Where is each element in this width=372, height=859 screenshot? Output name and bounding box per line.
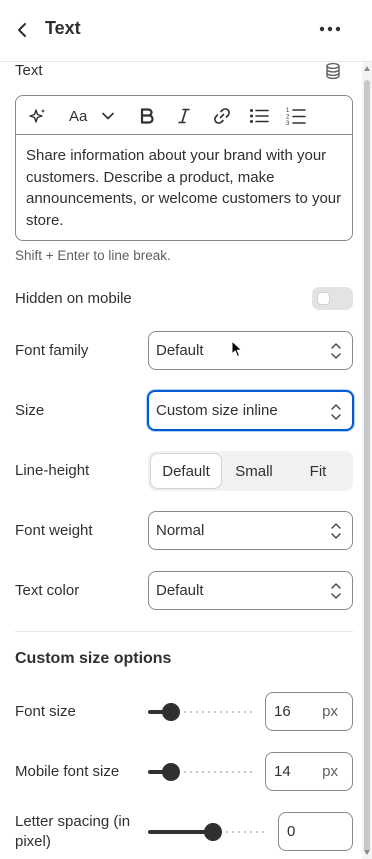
font-size-unit: px: [322, 703, 338, 720]
select-chevron-icon: [331, 523, 341, 539]
bullet-list-button[interactable]: [246, 104, 272, 128]
line-height-segmented-control: Default Small Fit: [148, 451, 353, 491]
text-color-select[interactable]: Default: [148, 571, 353, 610]
font-family-select[interactable]: Default: [148, 331, 353, 370]
font-weight-select[interactable]: Normal: [148, 511, 353, 550]
scrollbar[interactable]: [362, 62, 372, 859]
custom-size-section-title: Custom size options: [15, 650, 172, 667]
italic-icon: [178, 108, 190, 124]
page-title: Text: [45, 18, 81, 38]
size-label: Size: [15, 402, 45, 419]
svg-text:2: 2: [286, 115, 290, 121]
line-height-label: Line-height: [15, 462, 90, 479]
mobile-font-size-value: 14: [274, 763, 291, 780]
top-bar: Text: [0, 0, 372, 62]
font-weight-value: Normal: [156, 522, 205, 539]
svg-text:1: 1: [286, 108, 290, 114]
letter-spacing-value: 0: [287, 823, 296, 840]
italic-button[interactable]: [171, 104, 197, 128]
font-size-value: 16: [274, 703, 291, 720]
bullet-list-icon: [250, 109, 269, 123]
toggle-knob: [317, 292, 330, 305]
hidden-on-mobile-toggle[interactable]: [312, 287, 353, 310]
section-divider: [15, 631, 353, 632]
font-size-label: Font size: [15, 703, 76, 720]
mobile-font-size-unit: px: [322, 763, 338, 780]
scrollbar-thumb[interactable]: [364, 80, 370, 852]
font-family-label: Font family: [15, 342, 89, 359]
ai-generate-button[interactable]: [25, 104, 51, 128]
select-chevron-icon: [331, 583, 341, 599]
numbered-list-button[interactable]: 123: [283, 104, 309, 128]
mobile-font-size-slider[interactable]: [148, 762, 256, 782]
line-height-option-small[interactable]: Small: [221, 454, 287, 488]
slider-handle[interactable]: [162, 703, 181, 721]
chevron-left-icon: [18, 23, 26, 37]
slider-handle[interactable]: [204, 823, 223, 841]
svg-text:Aa: Aa: [69, 108, 88, 124]
font-size-icon: Aa: [69, 108, 88, 124]
mouse-pointer-icon: [231, 340, 242, 357]
font-weight-label: Font weight: [15, 522, 93, 539]
slider-handle[interactable]: [162, 763, 181, 781]
scroll-up-arrow-icon[interactable]: [364, 66, 370, 71]
size-select[interactable]: Custom size inline: [147, 390, 354, 431]
select-chevron-icon: [331, 343, 341, 359]
font-size-input[interactable]: 16 px: [265, 692, 353, 731]
mobile-font-size-input[interactable]: 14 px: [265, 752, 353, 791]
bold-button[interactable]: [134, 104, 160, 128]
line-height-option-default[interactable]: Default: [151, 454, 221, 488]
ellipsis-icon: [319, 26, 341, 32]
line-break-hint: Shift + Enter to line break.: [15, 248, 171, 263]
sparkle-icon: [29, 109, 45, 123]
font-family-value: Default: [156, 342, 204, 359]
letter-spacing-slider[interactable]: [148, 822, 268, 842]
letter-spacing-label: Letter spacing (in pixel): [15, 813, 131, 850]
text-color-value: Default: [156, 582, 204, 599]
select-chevron-icon: [331, 404, 341, 420]
font-size-dropdown[interactable]: [98, 104, 118, 128]
size-value: Custom size inline: [156, 402, 278, 419]
richtext-toolbar: Aa 123: [16, 96, 352, 135]
bold-icon: [140, 108, 154, 124]
back-button[interactable]: [12, 18, 34, 42]
text-field-label: Text: [15, 62, 43, 79]
richtext-editor[interactable]: Aa 123 Share information about your bran…: [15, 95, 353, 241]
richtext-content[interactable]: Share information about your brand with …: [26, 145, 344, 231]
font-size-slider[interactable]: [148, 702, 256, 722]
font-size-button[interactable]: Aa: [66, 104, 94, 128]
link-button[interactable]: [209, 104, 235, 128]
text-color-label: Text color: [15, 582, 80, 599]
letter-spacing-input[interactable]: 0: [278, 812, 353, 851]
line-height-option-fit[interactable]: Fit: [287, 454, 349, 488]
scroll-down-arrow-icon[interactable]: [364, 850, 370, 855]
mobile-font-size-label: Mobile font size: [15, 763, 120, 780]
hidden-on-mobile-label: Hidden on mobile: [15, 290, 132, 307]
link-icon: [214, 108, 230, 124]
database-icon[interactable]: [324, 62, 342, 80]
numbered-list-icon: 123: [286, 108, 306, 126]
chevron-down-icon: [102, 112, 114, 120]
svg-text:3: 3: [286, 121, 290, 126]
more-actions-button[interactable]: [316, 16, 344, 42]
